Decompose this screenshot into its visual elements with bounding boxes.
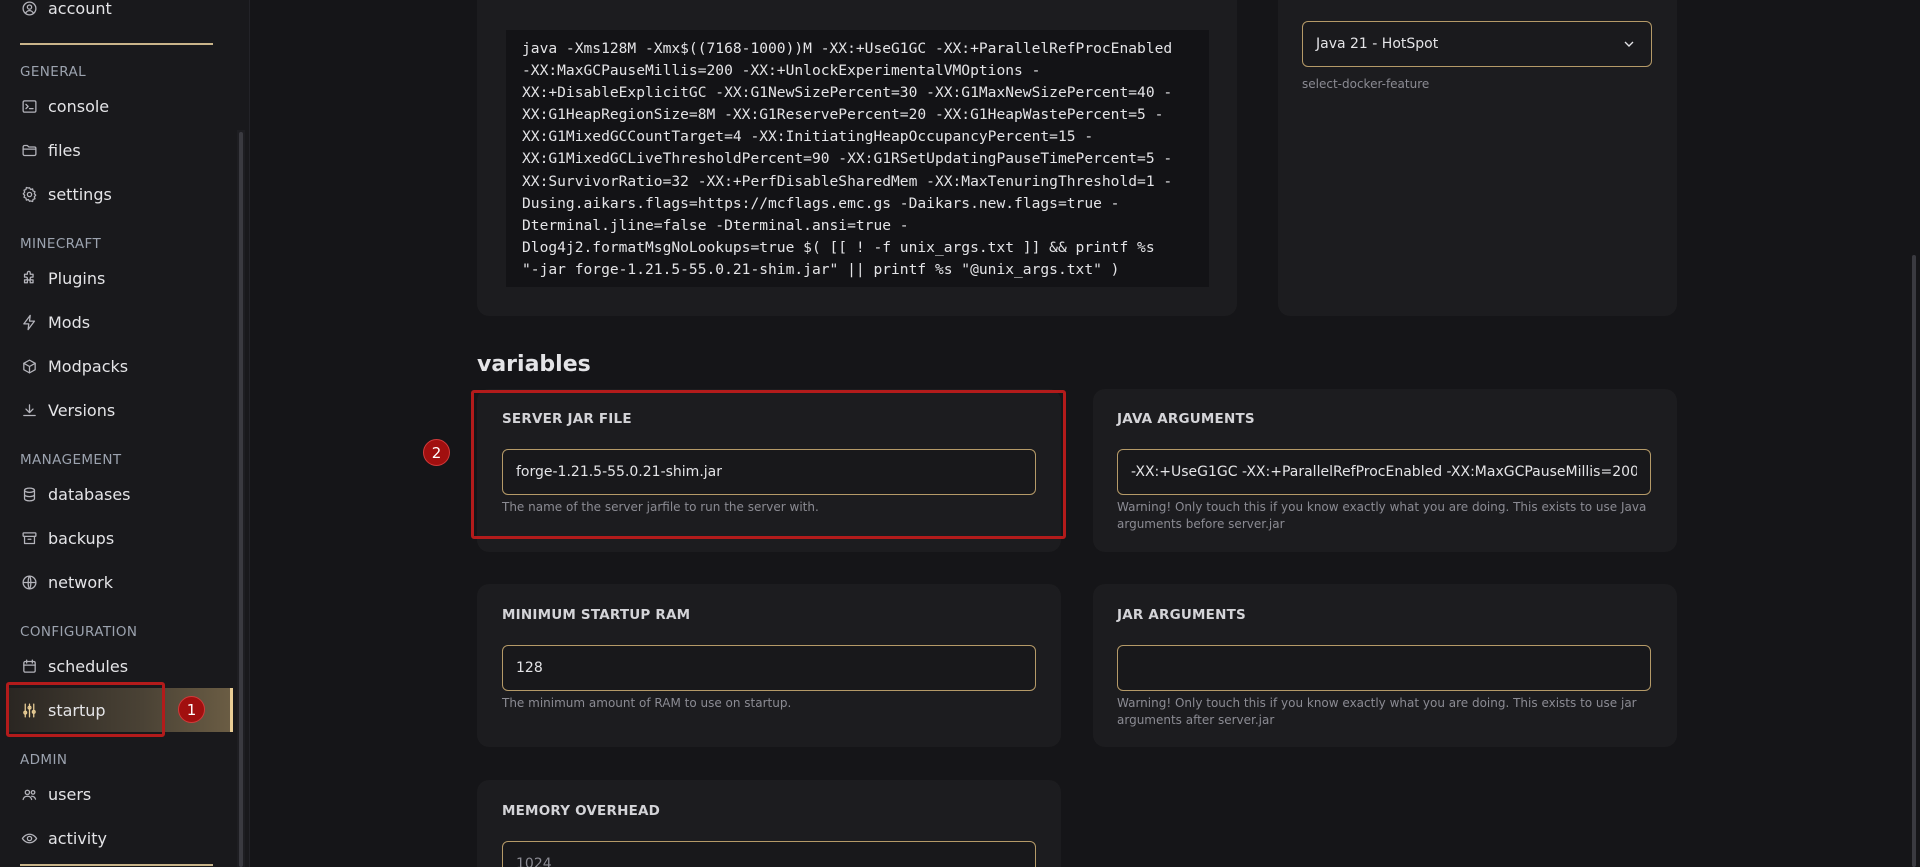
gear-icon: [20, 185, 38, 203]
sidebar-item-label: Mods: [48, 312, 91, 332]
java-args-help-line: arguments before server.jar: [1117, 517, 1285, 531]
lightning-icon: [20, 313, 38, 331]
sidebar-item-label: settings: [48, 184, 112, 204]
sidebar-item-backups[interactable]: backups: [20, 523, 220, 553]
code-line: XX:+DisableExplicitGC -XX:G1NewSizePerce…: [522, 84, 1173, 102]
package-icon: [20, 357, 38, 375]
sidebar-section-general: GENERAL: [20, 64, 87, 80]
sidebar-item-account[interactable]: account: [20, 0, 220, 23]
code-line: XX:G1MixedGCCountTarget=4 -XX:Initiating…: [522, 128, 1094, 146]
docker-image-caption: select-docker-feature: [1302, 77, 1430, 91]
users-icon: [20, 785, 38, 803]
sidebar-item-label: console: [48, 96, 110, 116]
jar-args-input[interactable]: [1117, 645, 1651, 691]
sidebar-item-label: databases: [48, 484, 131, 504]
download-icon: [20, 401, 38, 419]
folder-icon: [20, 141, 38, 159]
docker-image-card: Java 21 - HotSpot select-docker-feature: [1278, 0, 1677, 316]
java-args-input[interactable]: [1117, 449, 1651, 495]
sidebar-item-label: Plugins: [48, 268, 106, 288]
docker-image-selected: Java 21 - HotSpot: [1316, 36, 1439, 52]
sidebar-divider: [20, 864, 213, 866]
startup-command-code: java -Xms128M -Xmx$((7168-1000))M -XX:+U…: [506, 30, 1209, 287]
jar-args-help: Warning! Only touch this if you know exa…: [1117, 695, 1651, 729]
sidebar-item-plugins[interactable]: Plugins: [20, 263, 220, 293]
sidebar-item-settings[interactable]: settings: [20, 179, 220, 209]
code-line: Dlog4j2.formatMsgNoLookups=true $( [[ ! …: [522, 238, 1155, 256]
memory-overhead-label: MEMORY OVERHEAD: [502, 803, 661, 819]
sidebar-scrollbar-thumb[interactable]: [239, 132, 243, 867]
code-line: XX:G1MixedGCLiveThresholdPercent=90 -XX:…: [522, 150, 1173, 168]
database-icon: [20, 485, 38, 503]
code-line: XX:SurvivorRatio=32 -XX:+PerfDisableShar…: [522, 172, 1173, 190]
sidebar-item-databases[interactable]: databases: [20, 479, 220, 509]
terminal-icon: [20, 97, 38, 115]
jar-args-help-line: arguments after server.jar: [1117, 713, 1275, 727]
variables-title: variables: [477, 352, 591, 377]
highlight-box-startup: [6, 682, 165, 737]
code-line: -XX:MaxGCPauseMillis=200 -XX:+UnlockExpe…: [522, 62, 1041, 80]
eye-icon: [20, 829, 38, 847]
archive-icon: [20, 529, 38, 547]
sidebar-item-users[interactable]: users: [20, 779, 220, 809]
java-args-help: Warning! Only touch this if you know exa…: [1117, 499, 1651, 533]
step-marker-1: 1: [178, 696, 205, 723]
sidebar-item-label: users: [48, 784, 92, 804]
sidebar-item-label: backups: [48, 528, 115, 548]
min-ram-label: MINIMUM STARTUP RAM: [502, 607, 691, 623]
sidebar-item-network[interactable]: network: [20, 567, 220, 597]
sidebar-item-files[interactable]: files: [20, 135, 220, 165]
sidebar-item-versions[interactable]: Versions: [20, 395, 220, 425]
sidebar-item-label: network: [48, 572, 113, 592]
min-ram-input[interactable]: [502, 645, 1036, 691]
jar-args-help-line: Warning! Only touch this if you know exa…: [1117, 696, 1637, 710]
code-line: XX:G1HeapRegionSize=8M -XX:G1ReservePerc…: [522, 106, 1164, 124]
code-line: "-jar forge-1.21.5-55.0.21-shim.jar" || …: [522, 260, 1120, 278]
sidebar-item-label: Modpacks: [48, 356, 129, 376]
min-ram-help: The minimum amount of RAM to use on star…: [502, 696, 792, 710]
sidebar-item-label: account: [48, 0, 112, 18]
code-line: java -Xms128M -Xmx$((7168-1000))M -XX:+U…: [522, 40, 1173, 57]
sidebar-item-console[interactable]: console: [20, 91, 220, 121]
jar-args-label: JAR ARGUMENTS: [1117, 607, 1246, 623]
calendar-icon: [20, 657, 38, 675]
sidebar-item-activity[interactable]: activity: [20, 823, 220, 853]
sidebar-item-schedules[interactable]: schedules: [20, 651, 220, 681]
sidebar-item-label: files: [48, 140, 81, 160]
sidebar-item-modpacks[interactable]: Modpacks: [20, 351, 220, 381]
java-args-help-line: Warning! Only touch this if you know exa…: [1117, 500, 1647, 514]
sidebar-item-label: activity: [48, 828, 107, 848]
main-scrollbar-thumb[interactable]: [1912, 255, 1916, 867]
chevron-down-icon: [1621, 36, 1637, 52]
sidebar-active-indicator: [230, 688, 233, 732]
sidebar-item-label: Versions: [48, 400, 116, 420]
code-line: Dusing.aikars.flags=https://mcflags.emc.…: [522, 194, 1120, 212]
step-marker-2: 2: [423, 439, 450, 466]
sidebar-section-admin: ADMIN: [20, 752, 68, 768]
memory-overhead-input[interactable]: [502, 841, 1036, 867]
sidebar-section-management: MANAGEMENT: [20, 452, 122, 468]
puzzle-icon: [20, 269, 38, 287]
globe-icon: [20, 573, 38, 591]
code-line: Dterminal.jline=false -Dterminal.ansi=tr…: [522, 216, 909, 234]
sidebar-item-label: schedules: [48, 656, 129, 676]
user-circle-icon: [20, 0, 38, 17]
startup-command-card: java -Xms128M -Xmx$((7168-1000))M -XX:+U…: [477, 0, 1237, 316]
highlight-box-server-jar: [471, 390, 1066, 539]
sidebar-divider: [20, 43, 213, 45]
docker-image-select[interactable]: Java 21 - HotSpot: [1302, 21, 1652, 67]
sidebar-item-mods[interactable]: Mods: [20, 307, 220, 337]
java-args-label: JAVA ARGUMENTS: [1117, 411, 1255, 427]
sidebar-section-configuration: CONFIGURATION: [20, 624, 138, 640]
sidebar-section-minecraft: MINECRAFT: [20, 236, 102, 252]
